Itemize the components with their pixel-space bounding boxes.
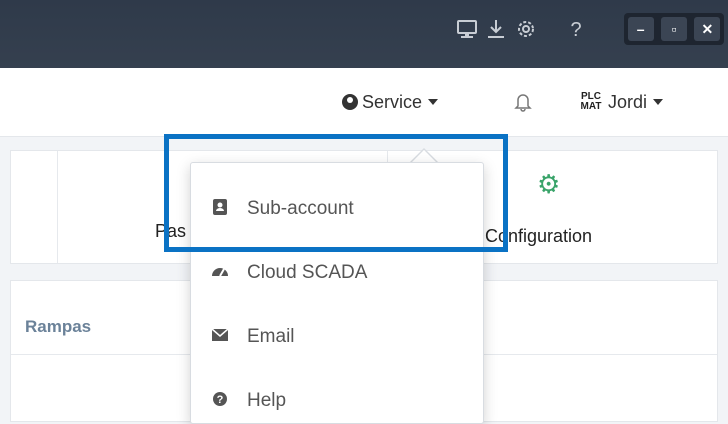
chevron-down-icon: [428, 99, 439, 105]
envelope-icon: [209, 327, 231, 347]
window-titlebar: ? – ▫ ✕: [0, 0, 728, 68]
maximize-button[interactable]: ▫: [660, 17, 687, 41]
card-divider: [57, 151, 58, 263]
plcmat-logo: PLC MAT: [580, 91, 602, 112]
minimize-button[interactable]: –: [627, 17, 654, 41]
settings-icon[interactable]: [514, 18, 538, 42]
help-icon[interactable]: ?: [564, 18, 588, 42]
highlight-box: [164, 134, 508, 252]
service-menu[interactable]: Service: [342, 90, 439, 114]
notifications-button[interactable]: [514, 90, 532, 114]
window-controls: – ▫ ✕: [624, 13, 724, 45]
menu-item-label: Help: [247, 390, 287, 411]
menu-item-label: Cloud SCADA: [247, 262, 368, 283]
svg-text:?: ?: [217, 394, 224, 406]
gear-icon: ⚙: [537, 169, 561, 199]
chevron-down-icon: [653, 99, 664, 105]
bell-icon: [514, 94, 532, 112]
menu-item-label: Email: [247, 326, 295, 347]
app-header: Service PLC MAT Jordi: [0, 68, 728, 137]
tab-rampas[interactable]: Rampas: [25, 317, 91, 337]
menu-item-help[interactable]: ? Help: [191, 381, 483, 421]
monitor-icon[interactable]: [455, 18, 479, 42]
download-icon[interactable]: [484, 18, 508, 42]
user-name: Jordi: [608, 91, 648, 112]
close-button[interactable]: ✕: [694, 17, 721, 41]
dashboard-icon: [209, 263, 231, 284]
question-circle-icon: ?: [209, 391, 231, 412]
user-circle-icon: [342, 94, 358, 110]
menu-item-email[interactable]: Email: [191, 317, 483, 357]
menu-item-cloud-scada[interactable]: Cloud SCADA: [191, 253, 483, 293]
service-label: Service: [362, 91, 423, 112]
user-menu[interactable]: PLC MAT Jordi: [578, 90, 664, 114]
